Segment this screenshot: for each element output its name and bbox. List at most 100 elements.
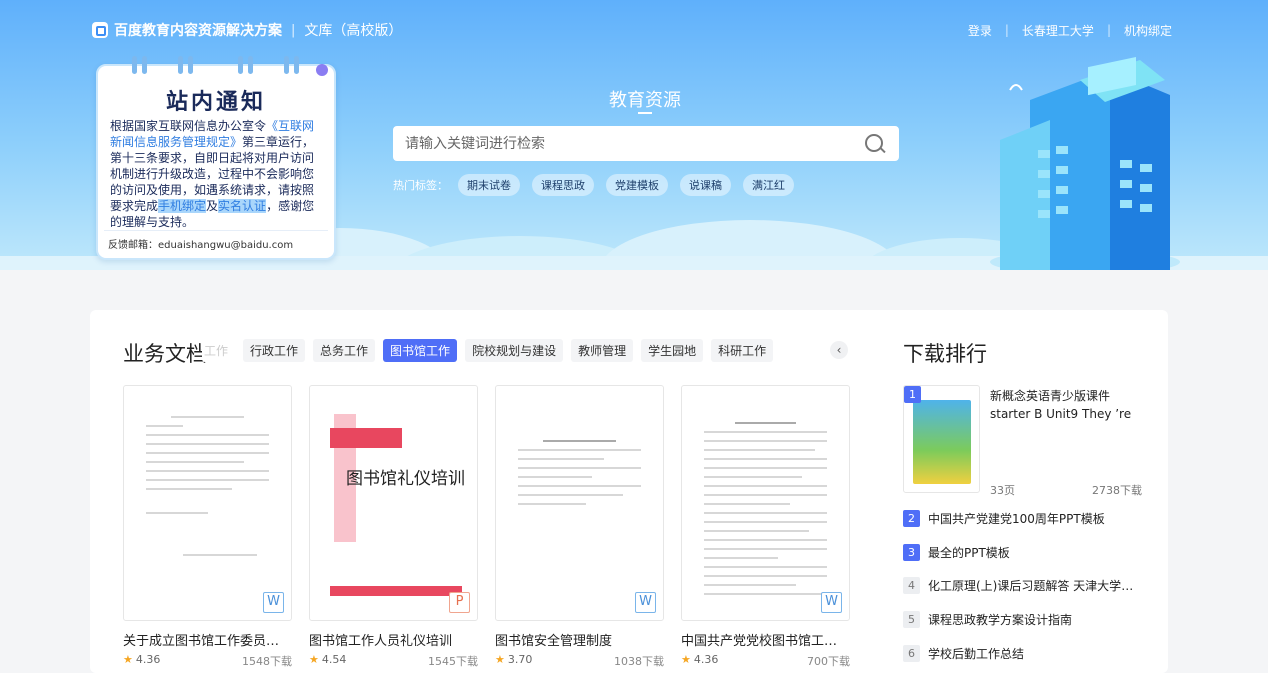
star-icon: ★: [309, 653, 319, 666]
doc-meta: ★ 4.36 1548下载: [123, 653, 292, 669]
ranking-thumbnail[interactable]: 1: [903, 385, 980, 493]
link-divider: |: [1004, 23, 1009, 37]
rank-badge: 4: [903, 577, 920, 595]
doc-thumbnail[interactable]: W: [123, 385, 292, 621]
star-icon: ★: [681, 653, 691, 666]
star-icon: ★: [495, 653, 505, 666]
hero-title: 教育资源: [609, 90, 681, 111]
rank-badge: 1: [904, 386, 921, 403]
tab-students[interactable]: 学生园地: [641, 339, 704, 362]
doc-card[interactable]: 图书馆礼仪培训 P 图书馆工作人员礼仪培训 ★ 4.54 1545下载: [309, 385, 478, 669]
download-count: 2738下载: [1092, 484, 1142, 497]
rank-badge: 3: [903, 543, 920, 561]
doc-card[interactable]: W 关于成立图书馆工作委员会的通知 ★4.36 1548下载: [123, 385, 292, 669]
page-count: 33页: [990, 484, 1015, 497]
ranking-item-title[interactable]: 最全的PPT模板: [928, 544, 1143, 561]
phone-bind-link[interactable]: 手机绑定: [158, 199, 207, 213]
tab-admin[interactable]: 行政工作: [243, 339, 306, 362]
school-link[interactable]: 长春理工大学: [1022, 22, 1094, 39]
rank-badge: 6: [903, 644, 920, 662]
ranking-item[interactable]: 5 课程思政教学方案设计指南: [903, 611, 1153, 629]
ranking-item-title[interactable]: 课程思政教学方案设计指南: [928, 611, 1143, 628]
login-link[interactable]: 登录: [968, 22, 992, 39]
doc-meta: ★ 4.36 700下载: [681, 653, 850, 669]
notice-body: 根据国家互联网信息办公室令《互联网新闻信息服务管理规定》第三章运行，第十三条要求…: [110, 119, 315, 229]
tab-library[interactable]: 图书馆工作: [383, 339, 458, 362]
word-file-icon: W: [635, 592, 656, 613]
ranking-item[interactable]: 2 中国共产党建党100周年PPT模板: [903, 510, 1153, 527]
doc-downloads: 700下载: [807, 655, 850, 668]
doc-downloads: 1038下载: [614, 655, 664, 668]
search-icon[interactable]: [855, 126, 891, 161]
notice-title: 站内通知: [165, 90, 266, 115]
decoration-dot: [316, 64, 328, 76]
tab-teachers[interactable]: 教师管理: [571, 339, 634, 362]
brand-name[interactable]: 百度教育内容资源解决方案: [114, 20, 282, 40]
hot-tag[interactable]: 课程思政: [532, 174, 594, 196]
doc-downloads: 1545下载: [428, 655, 478, 668]
doc-rating: 3.70: [507, 653, 533, 666]
hot-tags: 热门标签： 期末试卷 课程思政 党建模板 说课稿 满江红: [393, 174, 806, 196]
search-input[interactable]: [393, 126, 855, 161]
rank-badge: 2: [903, 510, 920, 527]
doc-card[interactable]: W 中国共产党党校图书馆工作条例 ★ 4.36 700下载: [681, 385, 850, 669]
hot-tag[interactable]: 满江红: [743, 174, 794, 196]
ranking-item[interactable]: 3 最全的PPT模板: [903, 543, 1153, 561]
doc-title[interactable]: 关于成立图书馆工作委员会的通知: [123, 630, 292, 649]
building-illustration: [990, 56, 1180, 270]
category-tabs: 工作 行政工作 总务工作 图书馆工作 院校规划与建设 教师管理 学生园地 科研工…: [202, 339, 852, 362]
ranking-item-title[interactable]: 中国共产党建党100周年PPT模板: [928, 510, 1143, 527]
ranking-top-meta: 33页 2738下载: [990, 482, 1142, 498]
hot-tags-label: 热门标签：: [393, 179, 448, 192]
title-underline: [638, 112, 652, 114]
tab-work[interactable]: 工作: [202, 339, 236, 362]
ranking-item-title[interactable]: 化工原理(上)课后习题解答 天津大学化工学院: [928, 577, 1143, 594]
cover-text: 图书馆礼仪培训: [346, 469, 465, 489]
doc-downloads: 1548下载: [242, 655, 292, 668]
doc-title[interactable]: 中国共产党党校图书馆工作条例: [681, 630, 850, 649]
doc-rating: 4.36: [693, 653, 719, 666]
binder-rings: [128, 56, 318, 78]
site-notice-card: 站内通知 根据国家互联网信息办公室令《互联网新闻信息服务管理规定》第三章运行，第…: [96, 56, 336, 260]
ranking-top-title[interactable]: 新概念英语青少版课件starter B Unit9 They ’re: [990, 387, 1145, 423]
section-title: 业务文档: [123, 342, 207, 366]
doc-rating: 4.36: [135, 653, 161, 666]
doc-meta: ★ 3.70 1038下载: [495, 653, 664, 669]
doc-thumbnail[interactable]: W: [681, 385, 850, 621]
hot-tag[interactable]: 党建模板: [606, 174, 668, 196]
chevron-left-icon[interactable]: ‹: [830, 341, 848, 359]
hero-banner: 百度教育内容资源解决方案 | 文库（高校版） 登录 | 长春理工大学 | 机构绑…: [0, 0, 1268, 270]
doc-rating: 4.54: [321, 653, 347, 666]
tab-general-affairs[interactable]: 总务工作: [313, 339, 376, 362]
word-file-icon: W: [263, 592, 284, 613]
top-bar: 百度教育内容资源解决方案 | 文库（高校版） 登录 | 长春理工大学 | 机构绑…: [92, 18, 1172, 42]
main-card: 业务文档 工作 行政工作 总务工作 图书馆工作 院校规划与建设 教师管理 学生园…: [90, 310, 1168, 673]
star-icon: ★: [123, 653, 133, 666]
hot-tag[interactable]: 说课稿: [680, 174, 731, 196]
ranking-item-title[interactable]: 学校后勤工作总结: [928, 645, 1143, 662]
doc-thumbnail[interactable]: 图书馆礼仪培训 P: [309, 385, 478, 621]
org-bind-link[interactable]: 机构绑定: [1124, 22, 1172, 39]
cover-image: [913, 400, 971, 484]
brand-separator: |: [291, 22, 296, 38]
doc-grid: W 关于成立图书馆工作委员会的通知 ★4.36 1548下载 图书馆礼仪培训 P…: [123, 385, 867, 669]
ppt-file-icon: P: [449, 592, 470, 613]
doc-title[interactable]: 图书馆安全管理制度: [495, 630, 664, 649]
realname-link[interactable]: 实名认证: [218, 199, 267, 213]
doc-title[interactable]: 图书馆工作人员礼仪培训: [309, 630, 478, 649]
word-file-icon: W: [821, 592, 842, 613]
tab-planning[interactable]: 院校规划与建设: [465, 339, 564, 362]
doc-card[interactable]: W 图书馆安全管理制度 ★ 3.70 1038下载: [495, 385, 664, 669]
hot-tag[interactable]: 期末试卷: [458, 174, 520, 196]
link-divider: |: [1106, 23, 1111, 37]
ranking-item[interactable]: 6 学校后勤工作总结: [903, 644, 1153, 662]
sub-brand[interactable]: 文库（高校版）: [304, 20, 402, 40]
rank-badge: 5: [903, 611, 920, 629]
search-box: [393, 126, 899, 161]
ranking-top-item[interactable]: 1 新概念英语青少版课件starter B Unit9 They ’re 33页…: [903, 385, 1143, 497]
ranking-item[interactable]: 4 化工原理(上)课后习题解答 天津大学化工学院: [903, 577, 1153, 595]
tab-research[interactable]: 科研工作: [711, 339, 774, 362]
doc-thumbnail[interactable]: W: [495, 385, 664, 621]
logo-icon[interactable]: [92, 22, 108, 38]
ranking-list: 2 中国共产党建党100周年PPT模板 3 最全的PPT模板 4 化工原理(上)…: [903, 510, 1153, 673]
